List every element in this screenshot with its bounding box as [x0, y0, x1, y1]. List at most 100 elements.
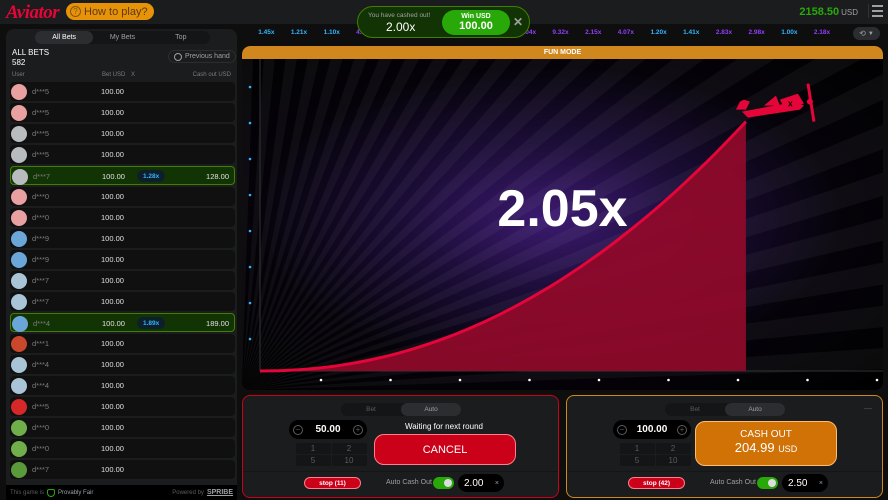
auto-cashout-toggle[interactable]: [757, 477, 778, 489]
bet-amount[interactable]: 50.00: [315, 424, 340, 435]
avatar: [11, 125, 27, 142]
quick-amount-1[interactable]: 1: [619, 442, 655, 454]
quick-amount-10[interactable]: 10: [331, 454, 367, 466]
bet-row: d***7 100.00: [10, 292, 235, 311]
bet-amount: 100.00: [101, 360, 124, 369]
avatar: [11, 188, 27, 205]
bet-row: d***5 100.00: [10, 145, 235, 164]
username: d***0: [32, 213, 50, 222]
column-user: User: [12, 72, 25, 78]
avatar: [11, 461, 27, 478]
cash-out-label: CASH OUT: [740, 429, 792, 440]
plus-icon[interactable]: +: [677, 424, 687, 435]
plus-icon[interactable]: +: [353, 424, 363, 435]
how-to-play-button[interactable]: ? How to play?: [66, 3, 154, 20]
quick-amount-2[interactable]: 2: [331, 442, 367, 454]
x-axis-dot: [319, 378, 323, 382]
flight-stage: X 2.05x: [242, 59, 883, 390]
tab-auto[interactable]: Auto: [725, 403, 785, 416]
bet-row: d***0 100.00: [10, 187, 235, 206]
cashout-toast: You have cashed out! 2.00x Win USD 100.0…: [357, 6, 530, 38]
shield-check-icon: [47, 488, 56, 497]
previous-hand-button[interactable]: Previous hand: [168, 50, 236, 63]
x-axis-dot: [597, 378, 601, 382]
remove-panel-icon[interactable]: —: [864, 404, 872, 413]
history-multiplier[interactable]: 1.45x: [250, 29, 283, 41]
history-multiplier[interactable]: 2.18x: [806, 29, 839, 41]
win-amount: 100.00: [459, 20, 493, 32]
multiplier-x-icon: ×: [494, 479, 499, 487]
history-multiplier[interactable]: 1.21x: [283, 29, 316, 41]
history-multiplier[interactable]: 4.07x: [610, 29, 643, 41]
all-bets-count: 582: [12, 58, 26, 67]
provably-fair-link[interactable]: Provably Fair: [58, 490, 93, 496]
username: d***5: [32, 87, 50, 96]
history-multiplier[interactable]: 2.98x: [740, 29, 773, 41]
bet-row: d***5 100.00: [10, 82, 235, 101]
history-multiplier[interactable]: 1.20x: [642, 29, 675, 41]
current-multiplier: 2.05x: [497, 180, 628, 238]
chevron-down-icon: ▼: [867, 30, 874, 37]
tab-bet[interactable]: Bet: [665, 403, 725, 416]
auto-cashout-input[interactable]: 2.50 ×: [782, 474, 828, 492]
x-axis-dot: [458, 378, 462, 382]
bet-amount: 100.00: [101, 213, 124, 222]
history-multiplier[interactable]: 1.00x: [773, 29, 806, 41]
avatar: [11, 398, 27, 415]
quick-amount-10[interactable]: 10: [655, 454, 691, 466]
bet-amount: 100.00: [101, 192, 124, 201]
bet-panel-1: Bet Auto − 50.00 + 1 2 5 10 Waiting for …: [242, 395, 559, 498]
username: d***1: [32, 339, 50, 348]
bet-row: d***1 100.00: [10, 334, 235, 353]
tab-auto[interactable]: Auto: [401, 403, 461, 416]
history-clock-icon: [174, 52, 182, 61]
tab-all-bets[interactable]: All Bets: [35, 31, 94, 44]
bet-amount[interactable]: 100.00: [637, 424, 668, 435]
history-multiplier[interactable]: 2.83x: [708, 29, 741, 41]
history-multiplier[interactable]: 1.41x: [675, 29, 708, 41]
powered-by-label: Powered by: [172, 489, 204, 496]
history-dropdown-button[interactable]: ⟲ ▼: [853, 27, 880, 40]
auto-cashout-value: 2.00: [464, 477, 484, 489]
bet-amount: 100.00: [101, 381, 124, 390]
bet-amount: 100.00: [101, 402, 124, 411]
tab-top[interactable]: Top: [152, 31, 210, 44]
quick-amount-1[interactable]: 1: [295, 442, 331, 454]
quick-amount-5[interactable]: 5: [295, 454, 331, 466]
bet-row: d***5 100.00: [10, 103, 235, 122]
x-axis-dot: [875, 378, 879, 382]
cash-out-button[interactable]: CASH OUT 204.99 USD: [695, 421, 837, 466]
auto-cashout-toggle[interactable]: [433, 477, 454, 489]
bet-row: d***4 100.00: [10, 376, 235, 395]
history-multiplier[interactable]: 2.15x: [577, 29, 610, 41]
x-axis-dots: [319, 378, 879, 382]
bet-row: d***0 100.00: [10, 208, 235, 227]
bet-row: d***9 100.00: [10, 250, 235, 269]
close-icon[interactable]: ✕: [513, 15, 523, 29]
history-multiplier[interactable]: 9.32x: [544, 29, 577, 41]
avatar: [11, 230, 27, 247]
bet-row: d***4 100.00 1.89x 189.00: [10, 313, 235, 332]
y-axis-dot: [248, 337, 252, 341]
quick-amount-2[interactable]: 2: [655, 442, 691, 454]
username: d***9: [32, 234, 50, 243]
balance-value: 2158.50: [799, 6, 840, 18]
tab-my-bets[interactable]: My Bets: [93, 31, 151, 44]
history-multiplier[interactable]: 1.10x: [315, 29, 348, 41]
bet-panel-2-tabs: Bet Auto: [665, 403, 785, 416]
hamburger-menu-icon[interactable]: [868, 4, 883, 18]
cashout-amount: 189.00: [206, 319, 229, 328]
quick-amount-5[interactable]: 5: [619, 454, 655, 466]
auto-cashout-input[interactable]: 2.00 ×: [458, 474, 504, 492]
bet-panel-2: Bet Auto — − 100.00 + 1 2 5 10 CASH OUT …: [566, 395, 883, 498]
quick-amounts: 1 2 5 10: [619, 442, 691, 466]
username: d***7: [33, 172, 51, 181]
toast-multiplier: 2.00x: [386, 20, 416, 34]
all-bets-title: ALL BETS: [12, 48, 50, 57]
stop-autoplay-button[interactable]: stop (42): [628, 477, 685, 489]
minus-icon[interactable]: −: [617, 424, 627, 435]
stop-autoplay-button[interactable]: stop (11): [304, 477, 361, 489]
minus-icon[interactable]: −: [293, 424, 303, 435]
cancel-button[interactable]: CANCEL: [374, 434, 516, 465]
tab-bet[interactable]: Bet: [341, 403, 401, 416]
